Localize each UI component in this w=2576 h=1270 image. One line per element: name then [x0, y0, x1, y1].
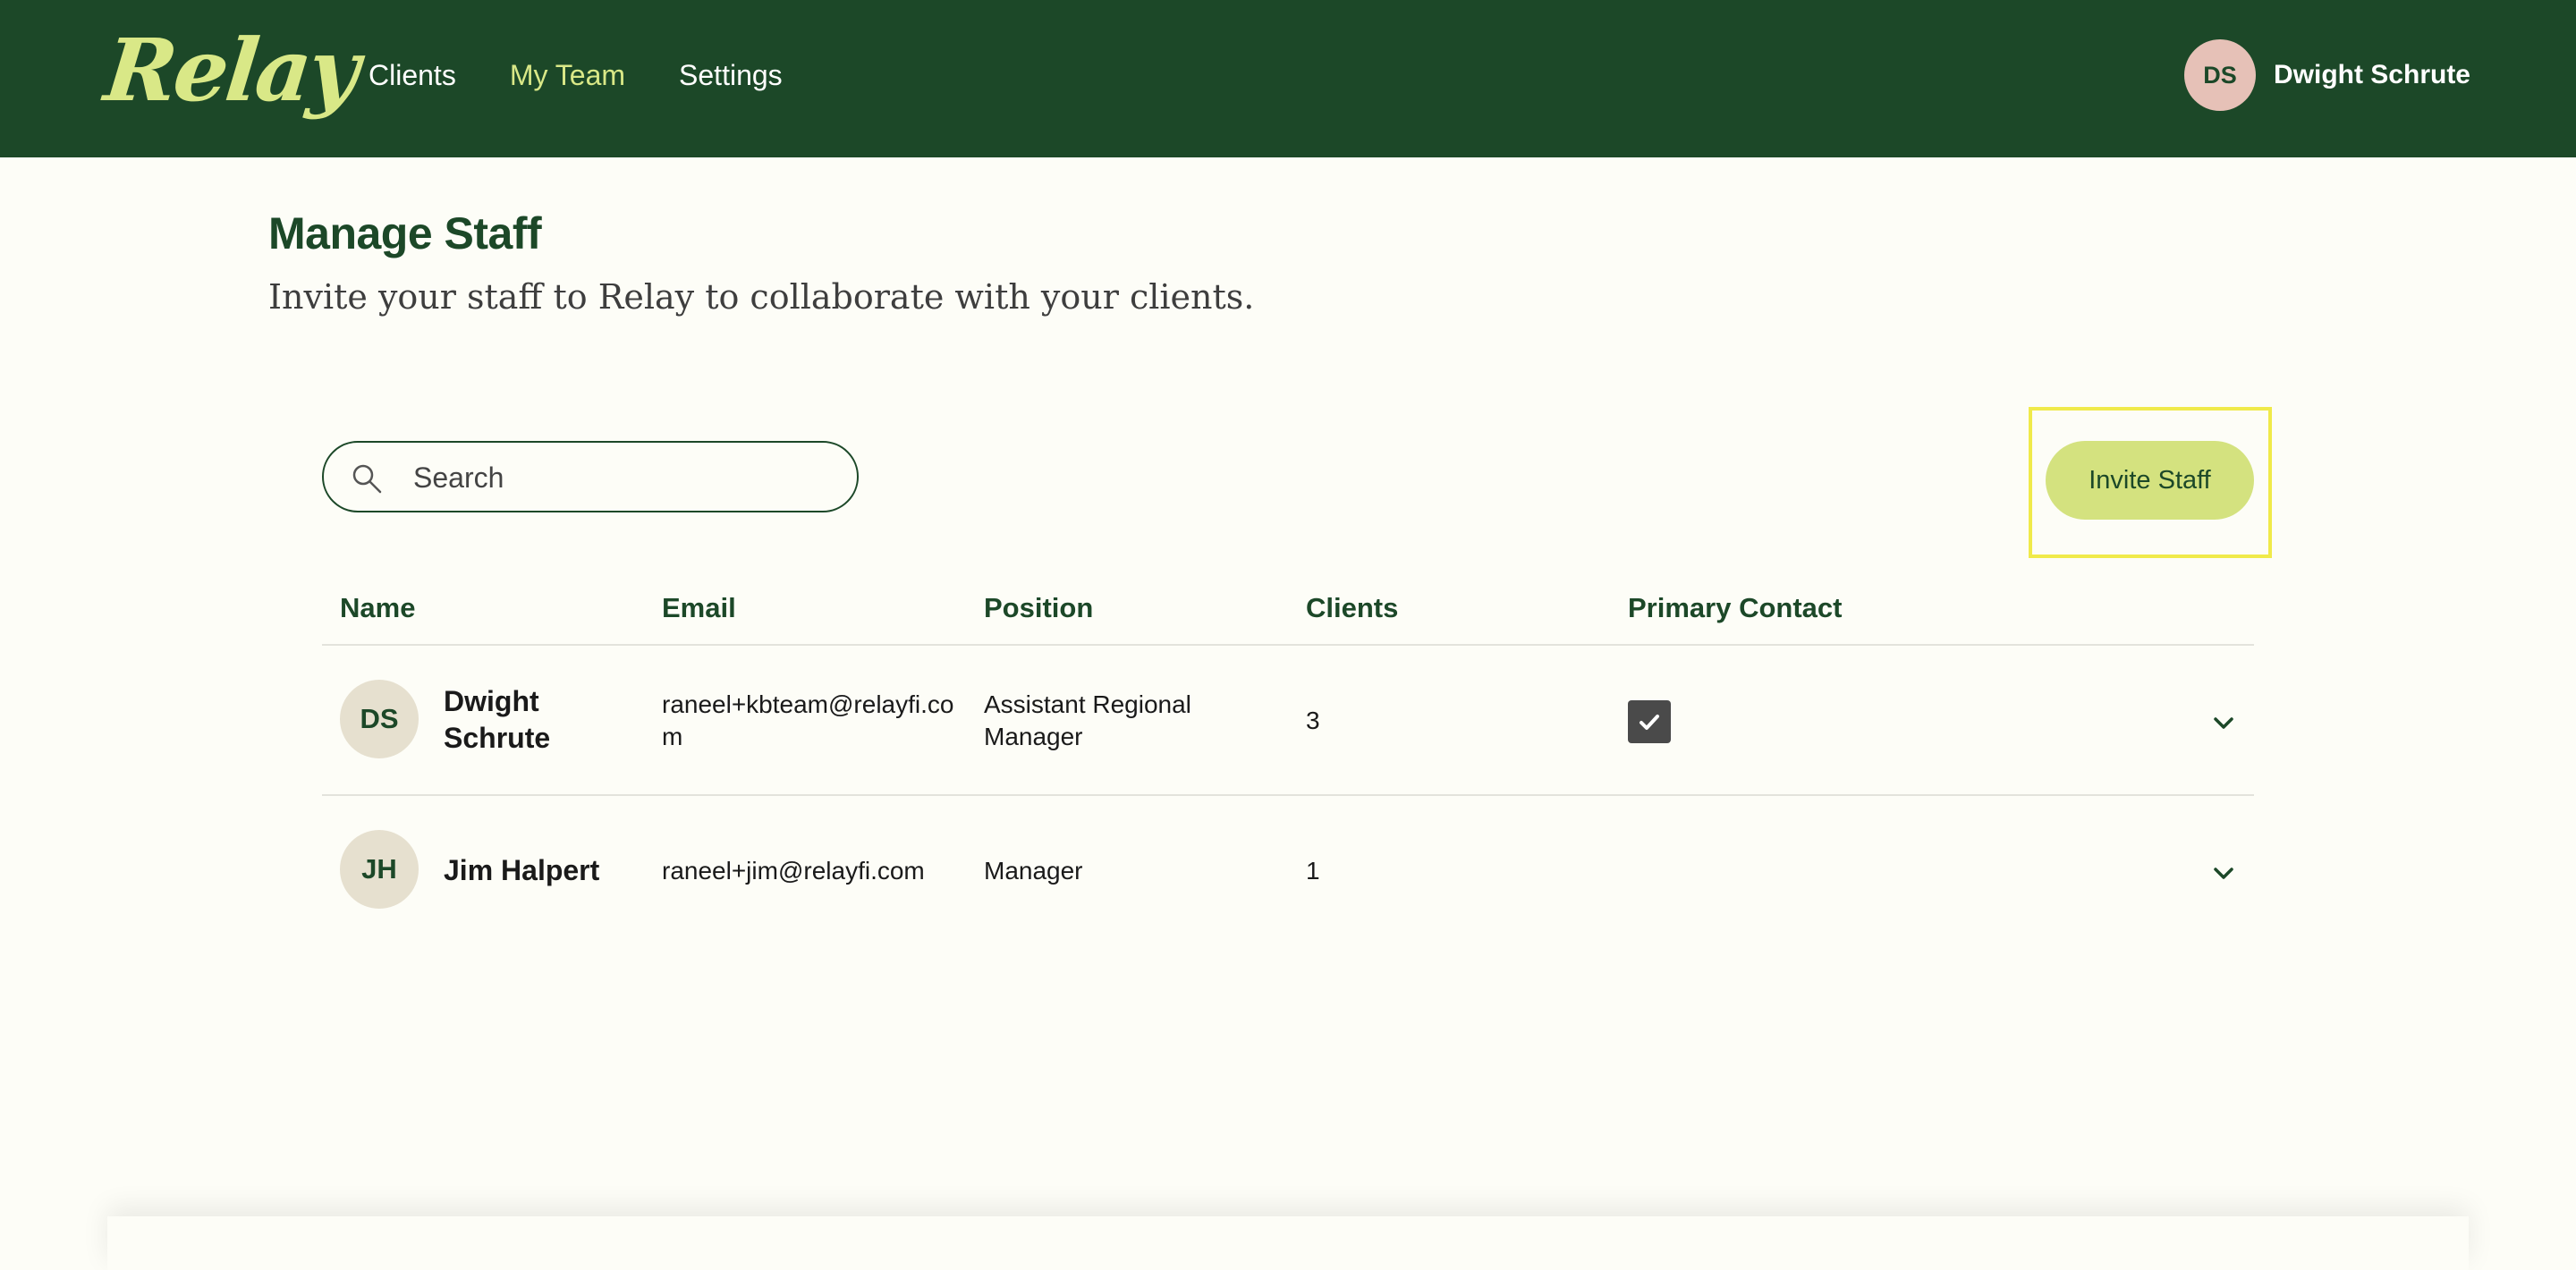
- table-header: Name Email Position Clients Primary Cont…: [322, 572, 2254, 646]
- search-input[interactable]: [413, 457, 834, 498]
- search-box[interactable]: [322, 441, 859, 512]
- nav-item-my-team[interactable]: My Team: [510, 55, 625, 95]
- search-icon: [352, 464, 382, 494]
- page-title: Manage Staff: [268, 208, 542, 258]
- column-header-name: Name: [340, 592, 416, 623]
- nav-item-settings[interactable]: Settings: [679, 55, 783, 95]
- relay-logo[interactable]: Relay: [100, 20, 361, 121]
- footer-shadow: [107, 1216, 2469, 1270]
- column-header-clients: Clients: [1306, 592, 1399, 623]
- chevron-down-icon[interactable]: [2211, 710, 2236, 735]
- staff-name: Jim Halpert: [444, 854, 600, 886]
- column-header-email: Email: [662, 592, 736, 623]
- staff-avatar: JH: [340, 830, 419, 909]
- user-avatar[interactable]: DS: [2183, 39, 2256, 111]
- staff-position: Assistant Regional Manager: [984, 690, 1191, 750]
- staff-avatar: DS: [340, 680, 419, 758]
- column-header-position: Position: [984, 592, 1094, 623]
- staff-client-count: 3: [1306, 707, 1320, 734]
- chevron-down-icon[interactable]: [2211, 860, 2236, 885]
- main-nav: Clients My Team Settings: [369, 55, 783, 95]
- user-menu[interactable]: DS Dwight Schrute: [2183, 39, 2470, 111]
- check-icon: [1640, 715, 1659, 730]
- staff-email: raneel+jim@relayfi.com: [662, 857, 925, 885]
- user-name[interactable]: Dwight Schrute: [2274, 60, 2470, 90]
- table-row[interactable]: JH Jim Halpert raneel+jim@relayfi.com Ma…: [322, 796, 2254, 946]
- staff-name: Dwight Schrute: [444, 685, 551, 754]
- staff-table: Name Email Position Clients Primary Cont…: [322, 572, 2254, 946]
- table-row[interactable]: DS Dwight Schrute raneel+kbteam@relayfi.…: [322, 646, 2254, 796]
- staff-position: Manager: [984, 857, 1083, 885]
- nav-item-clients[interactable]: Clients: [369, 55, 456, 95]
- staff-client-count: 1: [1306, 857, 1320, 885]
- primary-contact-checkbox[interactable]: [1628, 700, 1671, 743]
- top-navigation-bar: Relay Clients My Team Settings DS Dwight…: [0, 0, 2576, 157]
- column-header-primary-contact: Primary Contact: [1628, 592, 1843, 623]
- staff-email: raneel+kbteam@relayfi.com: [662, 690, 954, 750]
- invite-staff-button[interactable]: Invite Staff: [2046, 441, 2254, 520]
- page-subtitle: Invite your staff to Relay to collaborat…: [268, 277, 1255, 317]
